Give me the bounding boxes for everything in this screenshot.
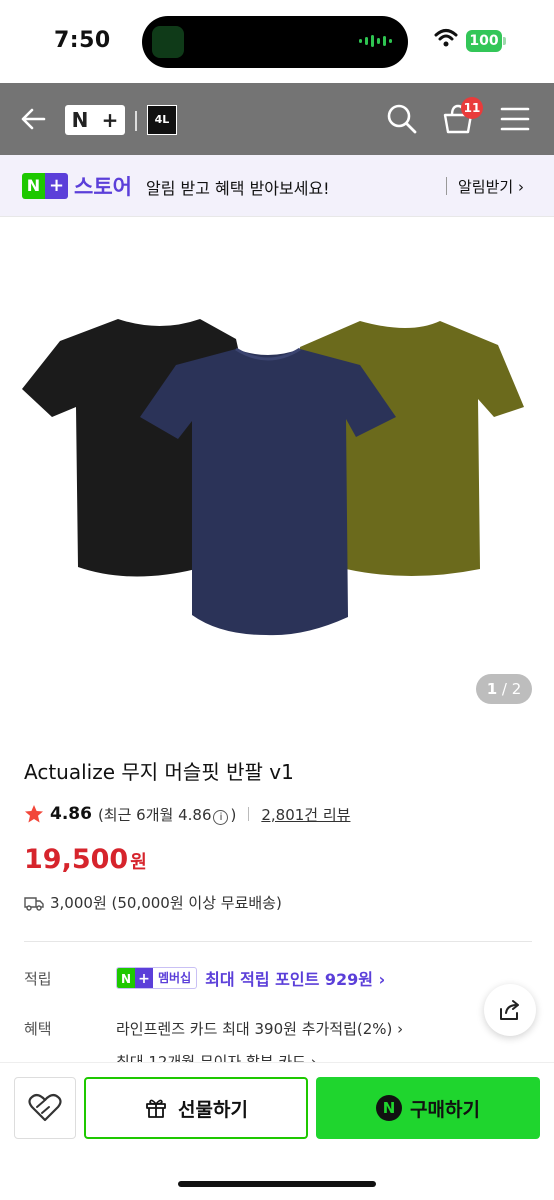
naver-plus-badge: N + — [22, 173, 68, 199]
notification-banner[interactable]: N + 스토어 알림 받고 혜택 받아보세요! 알림받기 › — [0, 155, 554, 217]
audio-wave-icon — [359, 35, 392, 47]
heart-icon — [28, 1093, 62, 1122]
installment-benefit-link[interactable]: 최대 12개월 무이자 할부 카드 › — [116, 1048, 317, 1062]
product-title: Actualize 무지 머슬핏 반팔 v1 — [24, 760, 294, 784]
product-price: 19,500 원 — [24, 844, 147, 875]
share-icon — [500, 1000, 519, 1020]
status-time: 7:50 — [54, 28, 111, 53]
membership-points-row[interactable]: N + 멤버십 최대 적립 포인트 929원 › — [116, 966, 385, 990]
tshirts-image — [22, 319, 524, 636]
subscribe-alert-link[interactable]: 알림받기 › — [458, 176, 524, 197]
points-label: 적립 — [24, 970, 52, 988]
wifi-icon — [434, 29, 458, 47]
logo-n: N — [71, 108, 89, 132]
banner-divider — [446, 177, 447, 195]
search-icon[interactable] — [385, 102, 419, 136]
bottom-action-bar: 선물하기 N 구매하기 — [0, 1062, 554, 1200]
gift-button[interactable]: 선물하기 — [84, 1077, 308, 1139]
benefits-label: 혜택 — [24, 1020, 52, 1038]
nav-divider — [135, 111, 137, 131]
gift-icon — [146, 1099, 166, 1118]
cart-count-badge: 11 — [461, 97, 483, 119]
status-bar: 7:50 100 — [0, 0, 554, 83]
banner-message: 알림 받고 혜택 받아보세요! — [146, 179, 330, 198]
top-navigation-bar: N + 4L — [0, 83, 554, 155]
recent-rating: (최근 6개월 4.86 i) — [97, 805, 237, 825]
shipping-info: 3,000원 (50,000원 이상 무료배송) — [24, 892, 282, 913]
product-image-carousel[interactable] — [0, 217, 554, 737]
membership-badge: N + 멤버십 — [116, 967, 198, 989]
home-indicator[interactable] — [178, 1181, 376, 1187]
rating-divider — [248, 807, 250, 821]
review-count-link[interactable]: 2,801건 리뷰 — [261, 804, 350, 825]
brand-store-logo[interactable]: 4L — [147, 105, 177, 135]
card-benefit-link[interactable]: 라인프렌즈 카드 최대 390원 추가적립(2%) › — [116, 1018, 403, 1039]
island-app-icon — [152, 26, 184, 58]
naver-plus-logo[interactable]: N + — [65, 105, 125, 135]
section-divider — [24, 941, 532, 942]
back-arrow-icon[interactable] — [18, 103, 50, 135]
rating-score: 4.86 — [50, 804, 92, 824]
store-label: 스토어 — [74, 175, 132, 199]
wishlist-button[interactable] — [14, 1077, 76, 1139]
battery-indicator: 100 — [466, 30, 506, 52]
dynamic-island — [142, 16, 408, 68]
rating-row: 4.86 (최근 6개월 4.86 i) 2,801건 리뷰 — [24, 802, 350, 826]
star-icon — [25, 805, 43, 823]
logo-plus: + — [101, 108, 119, 132]
image-page-counter: 1 / 2 — [476, 674, 532, 704]
naver-pay-icon: N — [376, 1095, 403, 1121]
hamburger-menu-icon[interactable] — [500, 105, 530, 133]
share-button[interactable] — [484, 984, 536, 1036]
delivery-truck-icon — [24, 896, 44, 911]
buy-button[interactable]: N 구매하기 — [316, 1077, 540, 1139]
info-icon[interactable]: i — [213, 809, 229, 825]
max-points-link[interactable]: 최대 적립 포인트 929원 › — [205, 966, 385, 990]
